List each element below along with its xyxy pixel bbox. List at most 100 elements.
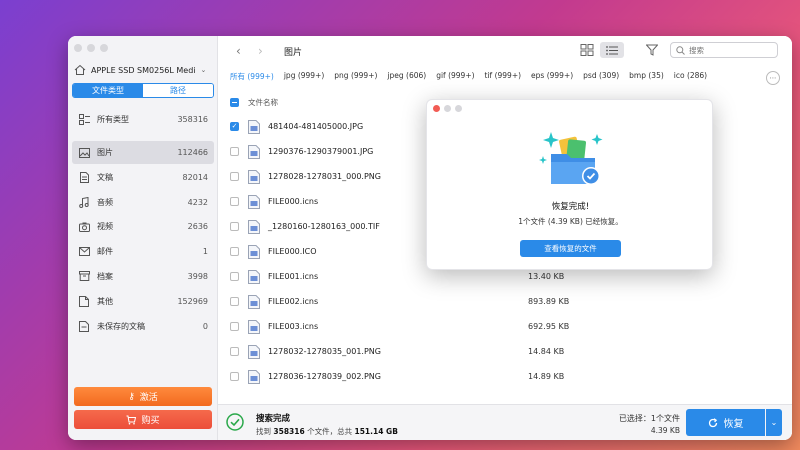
- image-file-icon: [248, 344, 260, 359]
- row-checkbox[interactable]: [230, 172, 239, 181]
- activate-label: 激活: [139, 393, 158, 403]
- tab-tif[interactable]: tif (999+): [485, 71, 522, 82]
- back-arrow-icon[interactable]: ‹: [236, 44, 241, 58]
- mail-icon: [78, 246, 90, 258]
- unsaved-document-icon: [78, 320, 90, 332]
- category-list: 所有类型 358316 图片 112466 文稿 82014 音频 4232 视…: [72, 108, 214, 339]
- row-checkbox[interactable]: [230, 372, 239, 381]
- row-checkbox[interactable]: [230, 197, 239, 206]
- sidebar-item-label: 档案: [97, 271, 113, 281]
- scan-summary: 找到 358316 个文件，总共 151.14 GB: [256, 426, 398, 437]
- sidebar-item-label: 文稿: [97, 172, 113, 182]
- row-checkbox[interactable]: [230, 247, 239, 256]
- sidebar-item-label: 视频: [97, 222, 113, 232]
- key-icon: ⚷: [128, 391, 135, 402]
- image-file-icon: [248, 194, 260, 209]
- found-prefix: 找到: [256, 427, 271, 436]
- sidebar-item-count: 112466: [177, 148, 208, 157]
- row-checkbox[interactable]: [230, 222, 239, 231]
- search-box[interactable]: [670, 42, 778, 58]
- image-icon: [78, 147, 90, 159]
- sidebar-item-audio[interactable]: 音频 4232: [72, 191, 214, 214]
- file-size: 14.84 KB: [528, 347, 565, 356]
- file-name: 1278032-1278035_001.PNG: [268, 347, 381, 356]
- recover-button[interactable]: 恢复: [686, 409, 765, 436]
- row-checkbox[interactable]: [230, 147, 239, 156]
- row-checkbox[interactable]: ✓: [230, 122, 239, 131]
- tab-eps[interactable]: eps (999+): [531, 71, 573, 82]
- file-name: 1278036-1278039_002.PNG: [268, 372, 381, 381]
- sidebar-item-count: 152969: [177, 296, 208, 306]
- file-name: FILE001.icns: [268, 272, 319, 281]
- chevron-down-icon: ⌄: [770, 418, 778, 427]
- sidebar-item-documents[interactable]: 文稿 82014: [72, 166, 214, 189]
- recovered-folder-icon: [539, 132, 603, 185]
- dialog-zoom-button[interactable]: [455, 105, 462, 112]
- search-input[interactable]: [689, 45, 769, 55]
- tab-ico[interactable]: ico (286): [674, 71, 707, 82]
- tab-png[interactable]: png (999+): [334, 71, 377, 82]
- refresh-icon: [708, 417, 717, 427]
- dialog-minimize-button[interactable]: [444, 105, 451, 112]
- dialog-close-button[interactable]: [433, 105, 440, 112]
- sidebar-item-mail[interactable]: 邮件 1: [72, 240, 214, 263]
- tab-all[interactable]: 所有 (999+): [230, 71, 274, 82]
- sidebar-item-count: 4232: [187, 197, 208, 207]
- sidebar-item-others[interactable]: 其他 152969: [72, 290, 214, 313]
- column-header-name[interactable]: 文件名称: [248, 97, 278, 108]
- list-view-button[interactable]: [600, 42, 624, 58]
- tab-psd[interactable]: psd (309): [583, 71, 619, 82]
- sidebar-item-unsaved-docs[interactable]: 未保存的文稿 0: [72, 315, 214, 338]
- cart-icon: [126, 415, 137, 424]
- segment-path[interactable]: 路径: [143, 84, 213, 97]
- row-checkbox[interactable]: [230, 347, 239, 356]
- check-circle-icon: [226, 413, 244, 431]
- minimize-window-button[interactable]: [87, 44, 95, 52]
- file-size: 13.40 KB: [528, 272, 565, 281]
- sidebar-item-label: 图片: [97, 148, 113, 157]
- activate-button[interactable]: ⚷ 激活: [74, 387, 212, 406]
- tab-gif[interactable]: gif (999+): [436, 71, 474, 82]
- table-row[interactable]: 1278036-1278039_002.PNG 14.89 KB: [230, 364, 780, 389]
- image-file-icon: [248, 169, 260, 184]
- sidebar-item-images[interactable]: 图片 112466: [72, 141, 214, 164]
- buy-button[interactable]: 购买: [74, 410, 212, 429]
- sidebar-item-archives[interactable]: 档案 3998: [72, 265, 214, 288]
- tab-jpg[interactable]: jpg (999+): [284, 71, 324, 82]
- sidebar-item-video[interactable]: 视频 2636: [72, 215, 214, 238]
- file-name: FILE002.icns: [268, 297, 319, 306]
- table-row[interactable]: FILE003.icns 692.95 KB: [230, 314, 780, 339]
- view-recovered-files-button[interactable]: 查看恢复的文件: [520, 240, 621, 257]
- zoom-window-button[interactable]: [100, 44, 108, 52]
- more-tabs-button[interactable]: ⋯: [766, 71, 780, 85]
- segment-file-type[interactable]: 文件类型: [73, 84, 143, 97]
- selected-size: 4.39 KB: [650, 426, 680, 435]
- sidebar-item-all-types[interactable]: 所有类型 358316: [72, 108, 214, 131]
- dialog-subtitle: 1个文件 (4.39 KB) 已经恢复。: [518, 217, 623, 226]
- recover-options-button[interactable]: ⌄: [766, 409, 782, 436]
- row-checkbox[interactable]: [230, 297, 239, 306]
- chevron-down-icon: ⌄: [200, 66, 207, 74]
- document-icon: [78, 171, 90, 183]
- disk-name: APPLE SSD SM0256L Medi: [91, 65, 196, 75]
- file-type-tabs: 所有 (999+) jpg (999+) png (999+) jpeg (60…: [230, 71, 707, 82]
- row-checkbox[interactable]: [230, 322, 239, 331]
- close-window-button[interactable]: [74, 44, 82, 52]
- image-file-icon: [248, 119, 260, 134]
- row-checkbox[interactable]: [230, 272, 239, 281]
- tab-jpeg[interactable]: jpeg (606): [387, 71, 426, 82]
- filter-icon[interactable]: [646, 44, 658, 56]
- tab-bmp[interactable]: bmp (35): [629, 71, 664, 82]
- table-row[interactable]: 1278032-1278035_001.PNG 14.84 KB: [230, 339, 780, 364]
- sidebar-item-count: 82014: [182, 172, 208, 182]
- image-file-icon: [248, 294, 260, 309]
- forward-arrow-icon[interactable]: ›: [258, 44, 263, 58]
- file-name: FILE003.icns: [268, 322, 319, 331]
- found-size: 151.14 GB: [354, 427, 398, 436]
- camera-icon: [78, 221, 90, 233]
- table-row[interactable]: FILE002.icns 893.89 KB: [230, 289, 780, 314]
- disk-selector[interactable]: APPLE SSD SM0256L Medi ⌄: [74, 62, 214, 78]
- grid-view-icon[interactable]: [580, 44, 594, 56]
- select-all-checkbox[interactable]: [230, 97, 239, 107]
- image-file-icon: [248, 269, 260, 284]
